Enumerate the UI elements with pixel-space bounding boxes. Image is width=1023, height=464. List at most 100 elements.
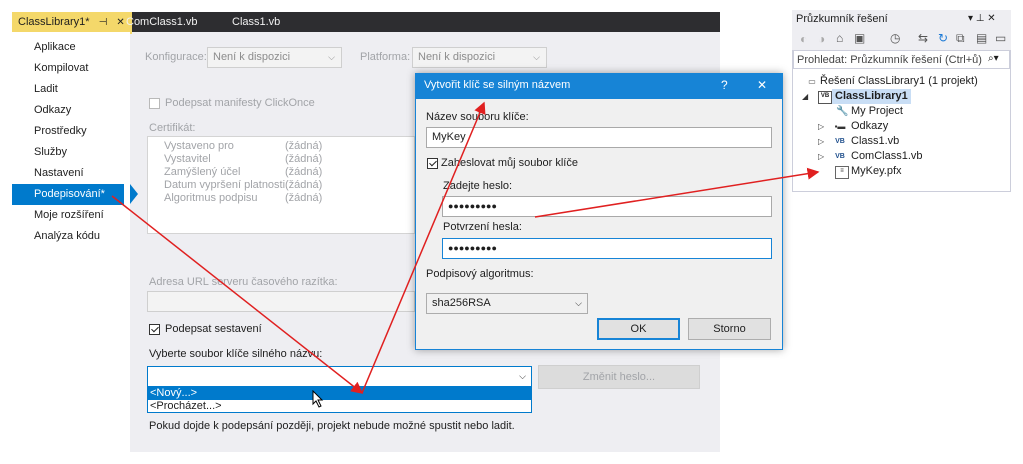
refresh-icon[interactable]: ↻ [938,31,948,45]
collapsed-triangle-icon[interactable]: ▷ [818,137,824,146]
tab-comclass1[interactable]: ComClass1.vb [120,12,232,32]
key-name-label: Název souboru klíče: [426,111,529,123]
chevron-down-icon: ⌵ [575,298,582,308]
certificate-icon: ≡ [835,166,849,179]
chevron-down-icon: ⌵ [533,52,540,62]
pending-changes-icon[interactable]: ◷ [890,31,900,45]
expanded-triangle-icon[interactable]: ◢ [802,92,808,101]
cert-field-label: Vystavitel [164,153,211,165]
collapse-all-icon[interactable]: ⧉ [956,31,965,46]
certificate-details: Vystaveno pro (žádná) Vystavitel (žádná)… [147,136,415,234]
back-icon[interactable]: ◐ [800,32,807,46]
nav-item-moje-rozsireni[interactable]: Moje rozšíření [12,205,130,226]
cert-field-label: Vystaveno pro [164,140,234,152]
collapsed-triangle-icon[interactable]: ▷ [818,122,824,131]
platform-select[interactable]: Není k dispozici ⌵ [412,47,547,68]
clickonce-checkbox[interactable] [149,98,160,109]
nav-item-nastaveni[interactable]: Nastavení [12,163,130,184]
search-icon[interactable]: ⌕▾ [988,53,999,64]
show-all-files-icon[interactable]: ▤ [976,31,987,45]
cert-field-value: (žádná) [285,179,323,191]
tree-item-comclass1[interactable]: ComClass1.vb [851,149,923,164]
cert-field-value: (žádná) [285,153,323,165]
key-file-dropdown-list: <Nový...> <Procházet...> [147,386,532,413]
dropdown-option-new[interactable]: <Nový...> [148,387,531,400]
configuration-value: Není k dispozici [213,51,291,63]
tab-class1[interactable]: Class1.vb [220,12,312,32]
protect-key-label: Zaheslovat můj soubor klíče [441,157,578,169]
tree-item-project[interactable]: ClassLibrary1 [832,89,911,104]
algorithm-value: sha256RSA [432,297,491,309]
cert-field-value: (žádná) [285,166,323,178]
certificate-label: Certifikát: [149,122,196,134]
switch-views-icon[interactable]: ▣ [854,31,865,45]
sign-assembly-checkbox[interactable] [149,324,160,335]
configuration-select[interactable]: Není k dispozici ⌵ [207,47,342,68]
confirm-password-input[interactable]: ●●●●●●●●● [442,238,772,259]
solution-explorer-title: Průzkumník řešení [796,13,888,25]
timestamp-url-input[interactable] [147,291,415,312]
tree-item-class1[interactable]: Class1.vb [851,134,899,149]
collapsed-triangle-icon[interactable]: ▷ [818,152,824,161]
cert-field-label: Datum vypršení platnosti [164,179,286,191]
wrench-icon: 🔧 [836,106,849,117]
cert-field-label: Zamýšlený účel [164,166,241,178]
nav-item-sluzby[interactable]: Služby [12,142,130,163]
pin-icon[interactable]: ⊣ [99,13,108,33]
nav-item-analyza-kodu[interactable]: Analýza kódu [12,226,130,247]
solution-explorer-search[interactable]: Prohledat: Průzkumník řešení (Ctrl+ů) ⌕▾ [793,50,1010,69]
confirm-password-label: Potvrzení hesla: [443,221,522,233]
dialog-title: Vytvořit klíč se silným názvem [424,79,571,91]
dropdown-option-browse[interactable]: <Procházet...> [148,400,531,413]
key-file-select[interactable]: ⌵ [147,366,532,387]
platform-value: Není k dispozici [418,51,496,63]
sign-assembly-label: Podepsat sestavení [165,323,262,335]
tree-item-solution[interactable]: Řešení ClassLibrary1 (1 projekt) [820,74,978,89]
key-file-label: Vyberte soubor klíče silného názvu: [149,348,323,360]
dialog-title-bar: Vytvořit klíč se silným názvem ? ✕ [415,73,783,99]
change-password-button[interactable]: Změnit heslo... [538,365,700,389]
nav-item-aplikace[interactable]: Aplikace [12,37,130,58]
document-tab-strip: ClassLibrary1* ⊣ ✕ ComClass1.vb Class1.v… [12,12,720,34]
algorithm-select[interactable]: sha256RSA ⌵ [426,293,588,314]
password-input[interactable]: ●●●●●●●●● [442,196,772,217]
sync-icon[interactable]: ⇆ [918,31,928,45]
cert-field-label: Algoritmus podpisu [164,192,258,204]
vb-project-icon: VB [818,91,832,104]
properties-icon[interactable]: ▭ [995,31,1006,45]
clickonce-label: Podepsat manifesty ClickOnce [165,97,315,109]
panel-window-icons[interactable]: ▾ ⊥ ✕ [968,13,996,24]
timestamp-url-label: Adresa URL serveru časového razítka: [149,276,338,288]
nav-item-kompilovat[interactable]: Kompilovat [12,58,130,79]
delay-sign-note: Pokud dojde k podepsání později, projekt… [149,420,515,432]
chevron-down-icon: ⌵ [328,52,335,62]
tree-item-references[interactable]: Odkazy [851,119,888,134]
solution-explorer-toolbar: ◐ ◑ ⌂ ▣ ◷ ⇆ ↻ ⧉ ▤ ▭ [792,28,1011,50]
cancel-button[interactable]: Storno [688,318,771,340]
tree-item-my-project[interactable]: My Project [851,104,903,119]
password-label: Zadejte heslo: [443,180,513,192]
protect-key-checkbox[interactable] [427,158,438,169]
nav-item-prostredky[interactable]: Prostředky [12,121,130,142]
key-name-input[interactable]: MyKey [426,127,772,148]
vb-file-icon: VB [835,138,845,145]
close-icon[interactable]: ✕ [757,78,767,92]
configuration-label: Konfigurace: [145,51,207,63]
solution-icon: ▭ [808,77,816,86]
help-icon[interactable]: ? [721,78,728,92]
tree-item-mykey-pfx[interactable]: MyKey.pfx [851,164,902,179]
selected-nav-pointer [130,184,138,204]
chevron-down-icon: ⌵ [519,371,526,381]
forward-icon[interactable]: ◑ [818,32,825,46]
nav-item-odkazy[interactable]: Odkazy [12,100,130,121]
solution-explorer-title-bar: Průzkumník řešení ▾ ⊥ ✕ [792,10,1011,28]
home-icon[interactable]: ⌂ [836,31,843,45]
tab-classlibrary1[interactable]: ClassLibrary1* ⊣ ✕ [12,12,132,34]
search-placeholder: Prohledat: Průzkumník řešení (Ctrl+ů) [797,54,982,66]
nav-item-ladit[interactable]: Ladit [12,79,130,100]
algorithm-label: Podpisový algoritmus: [426,268,534,280]
references-icon: ▪▬ [834,122,846,131]
nav-item-podepisovani[interactable]: Podepisování* [12,184,124,205]
platform-label: Platforma: [360,51,411,63]
ok-button[interactable]: OK [597,318,680,340]
